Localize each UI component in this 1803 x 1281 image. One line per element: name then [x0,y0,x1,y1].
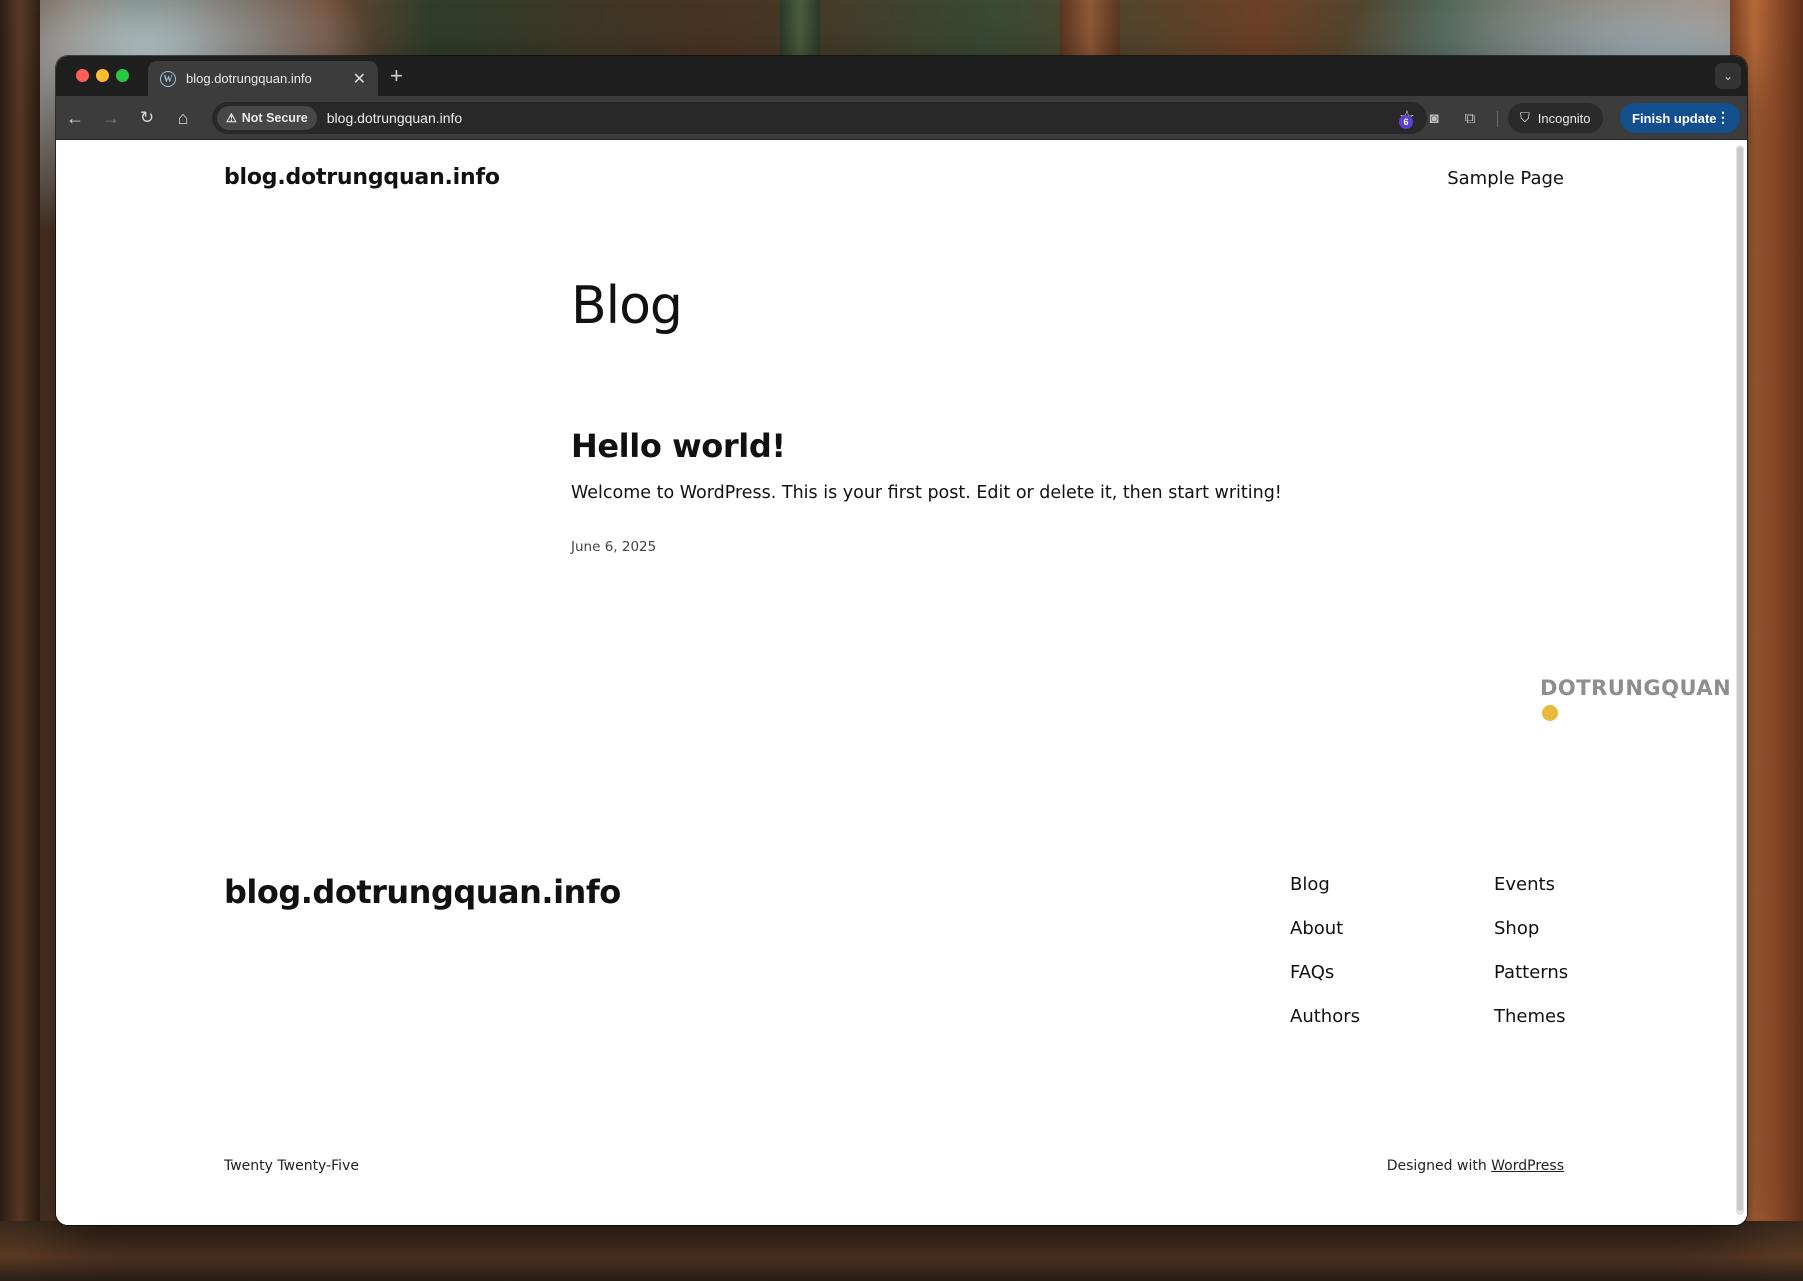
tab-active[interactable]: W blog.dotrungquan.info ✕ [148,61,378,96]
site-title[interactable]: blog.dotrungquan.info [224,165,500,190]
wordpress-link[interactable]: WordPress [1491,1158,1564,1174]
tab-search-chevron-icon[interactable]: ⌄ [1715,63,1741,89]
post-date[interactable]: June 6, 2025 [571,539,656,555]
watermark-text: DOTRUNGQUAN [1540,676,1732,700]
incognito-label: Incognito [1537,110,1591,126]
footer-link-blog[interactable]: Blog [1290,874,1330,895]
close-window-button[interactable] [76,69,89,82]
kebab-menu-icon[interactable]: ⋮ [1716,109,1730,126]
tab-strip: W blog.dotrungquan.info ✕ + ⌄ [56,56,1747,96]
theme-credit: Twenty Twenty-Five [224,1158,359,1174]
designed-with-prefix: Designed with [1386,1158,1487,1174]
post-excerpt: Welcome to WordPress. This is your first… [571,483,1282,503]
back-arrow-icon[interactable]: ← [63,106,87,130]
toolbar-divider [1497,111,1498,127]
forward-arrow-icon[interactable]: → [99,106,123,130]
footer-link-themes[interactable]: Themes [1494,1006,1565,1027]
footer-link-about[interactable]: About [1290,918,1343,939]
footer-site-title[interactable]: blog.dotrungquan.info [224,873,621,911]
page-viewport: blog.dotrungquan.info Sample Page Blog H… [56,141,1747,1225]
new-tab-button[interactable]: + [390,63,403,89]
puzzle-icon[interactable]: ⧉ [1458,106,1482,130]
incognito-icon: ⛉ [1520,110,1530,125]
zoom-window-button[interactable] [116,69,129,82]
page-title: Blog [571,276,683,336]
incognito-button[interactable]: ⛉ Incognito [1508,103,1603,133]
finish-update-button[interactable]: Finish update ⋮ [1620,103,1740,133]
warning-icon: ⚠ [226,111,237,125]
reload-icon[interactable]: ↻ [135,106,159,130]
tab-title: blog.dotrungquan.info [186,71,312,86]
watermark-logo: DOTRUNGQUAN [1540,676,1747,724]
security-chip[interactable]: ⚠ Not Secure [217,106,317,130]
tree-trunk [0,0,40,1281]
nav-sample-page[interactable]: Sample Page [1447,168,1564,189]
tree-trunk [780,0,820,60]
vertical-scrollbar[interactable] [1736,145,1744,1215]
designed-with-credit: Designed with WordPress [1387,1158,1564,1174]
forest-floor [0,1221,1803,1281]
footer-link-patterns[interactable]: Patterns [1494,962,1568,983]
camera-icon[interactable]: ◙ [1422,106,1446,130]
address-bar[interactable]: ⚠ Not Secure blog.dotrungquan.info ☆ [212,102,1427,134]
footer-link-faqs[interactable]: FAQs [1290,962,1334,983]
security-label: Not Secure [241,111,308,125]
url-text[interactable]: blog.dotrungquan.info [327,110,462,126]
close-tab-icon[interactable]: ✕ [353,69,366,89]
post-title[interactable]: Hello world! [571,427,786,465]
extension-icon[interactable]: 6 [1393,106,1417,130]
wordpress-icon: W [160,70,176,87]
extension-badge: 6 [1399,115,1413,129]
browser-toolbar: ← → ↻ ⌂ ⚠ Not Secure blog.dotrungquan.in… [56,96,1747,140]
home-icon[interactable]: ⌂ [171,106,195,130]
scrollbar-thumb[interactable] [1737,147,1743,1211]
tree-trunk [1060,0,1120,60]
minimize-window-button[interactable] [96,69,109,82]
finish-update-label: Finish update [1632,110,1717,126]
footer-link-events[interactable]: Events [1494,874,1555,895]
browser-window: W blog.dotrungquan.info ✕ + ⌄ ← → ↻ ⌂ ⚠ … [56,56,1747,1225]
footer-link-authors[interactable]: Authors [1290,1006,1360,1027]
sun-icon [1542,705,1558,721]
footer-link-shop[interactable]: Shop [1494,918,1539,939]
